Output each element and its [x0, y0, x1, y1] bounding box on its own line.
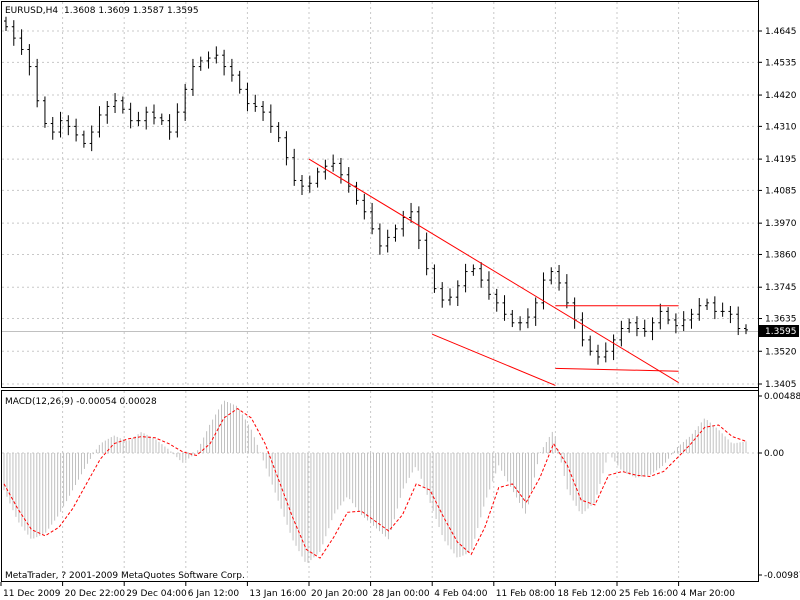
price-tick-label: 1.3520 [765, 347, 797, 357]
time-tick-label: 11 Feb 08:00 [496, 589, 555, 599]
time-tick-label: 20 Dec 22:00 [65, 589, 126, 599]
price-tick-label: 1.3405 [765, 380, 797, 390]
macd-tick-label: 0.00 [764, 449, 784, 459]
price-tick-label: 1.3970 [765, 219, 797, 229]
time-tick-label: 6 Jan 12:00 [188, 589, 240, 599]
time-tick-label: 29 Dec 04:00 [126, 589, 187, 599]
price-tick-label: 1.4195 [765, 155, 797, 165]
time-tick-label: 25 Feb 16:00 [619, 589, 678, 599]
macd-scale[interactable]: 0.00488 0.00 -0.00987 [758, 392, 800, 581]
price-tick-label: 1.3860 [765, 250, 797, 260]
price-tick-label: 1.3635 [765, 315, 797, 325]
macd-tick-label: 0.00488 [764, 392, 800, 402]
time-tick-label: 20 Jan 20:00 [311, 589, 368, 599]
time-tick-label: 11 Dec 2009 [3, 589, 61, 599]
ohlc-label: 1.3608 1.3609 1.3587 1.3595 [64, 6, 199, 16]
time-scale[interactable]: 11 Dec 2009 20 Dec 22:00 29 Dec 04:00 6 Jan… [0, 582, 736, 599]
price-tick-label: 1.4310 [765, 122, 797, 132]
current-price-label: 1.3595 [765, 327, 797, 337]
price-tick-label: 1.4085 [765, 186, 797, 196]
time-tick-label: 18 Feb 12:00 [557, 589, 616, 599]
price-tick-label: 1.4420 [765, 91, 797, 101]
macd-tick-label: -0.00987 [764, 571, 800, 581]
macd-frame [1, 390, 759, 582]
price-tick-label: 1.3745 [765, 283, 797, 293]
time-tick-label: 28 Jan 00:00 [373, 589, 430, 599]
symbol-label: EURUSD,H4 [5, 6, 58, 16]
trading-chart-window[interactable]: EURUSD,H4 1.3608 1.3609 1.3587 1.3595 MA… [0, 0, 800, 600]
time-tick-label: 4 Feb 04:00 [434, 589, 488, 599]
time-tick-label: 4 Mar 20:00 [681, 589, 736, 599]
macd-label: MACD(12,26,9) -0.00054 0.00028 [5, 397, 157, 407]
price-tick-label: 1.4535 [765, 58, 797, 68]
time-tick-label: 13 Jan 16:00 [249, 589, 306, 599]
copyright-text: MetaTrader, ? 2001-2009 MetaQuotes Softw… [5, 571, 245, 581]
price-tick-label: 1.4645 [765, 27, 797, 37]
